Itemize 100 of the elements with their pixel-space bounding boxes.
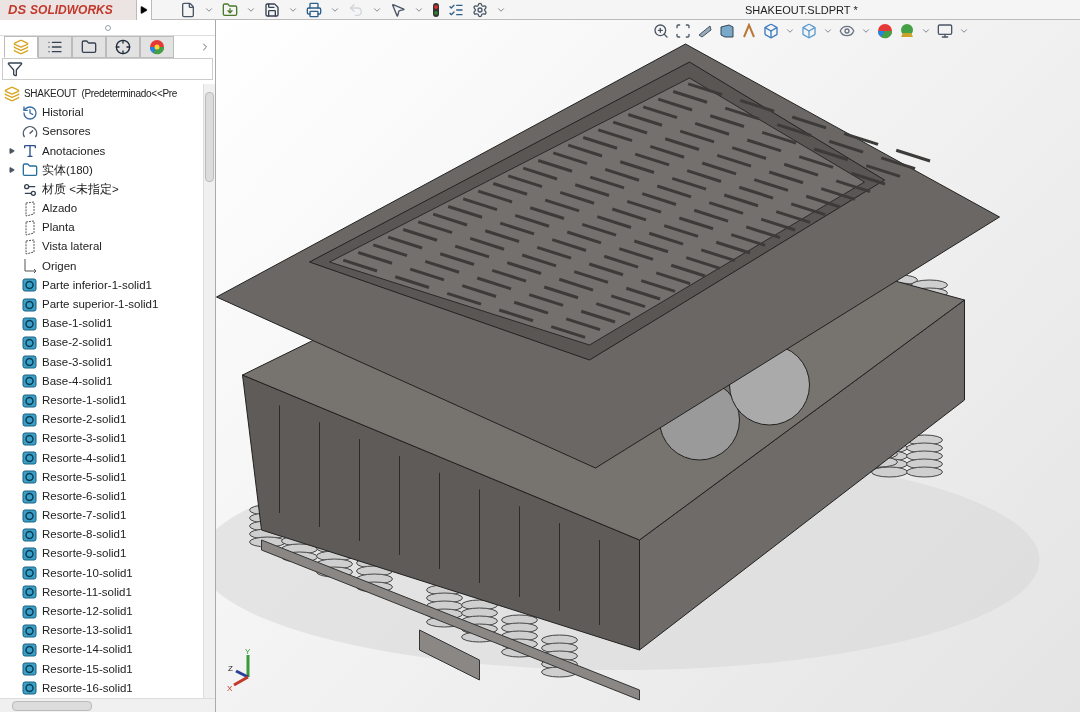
monitor-icon[interactable] bbox=[937, 23, 953, 39]
tree-item[interactable]: 实体(180) bbox=[0, 160, 203, 180]
horizontal-scrollbar[interactable] bbox=[0, 698, 215, 712]
tree-item[interactable]: Resorte-12-solid1 bbox=[0, 602, 203, 622]
tree-root[interactable]: SHAKEOUT (Predeterminado<<Pre bbox=[0, 84, 203, 104]
dropdown-caret-icon[interactable] bbox=[823, 26, 833, 36]
tree-item[interactable]: Parte inferior-1-solid1 bbox=[0, 275, 203, 296]
tree-item[interactable]: Historial bbox=[0, 103, 203, 123]
new-file-icon[interactable] bbox=[180, 1, 196, 18]
tree-item[interactable]: Resorte-13-solid1 bbox=[0, 621, 203, 641]
tree-item[interactable]: Vista lateral bbox=[0, 237, 203, 257]
dropdown-caret-icon[interactable] bbox=[861, 26, 871, 36]
tree-item[interactable]: Planta bbox=[0, 218, 203, 238]
tree-item[interactable]: Resorte-2-solid1 bbox=[0, 410, 203, 430]
eye-icon[interactable] bbox=[839, 23, 855, 39]
solid-body-icon bbox=[22, 315, 38, 332]
settings-icon[interactable] bbox=[472, 1, 488, 18]
tree-item[interactable]: Resorte-8-solid1 bbox=[0, 525, 203, 545]
tree-item[interactable]: Resorte-5-solid1 bbox=[0, 467, 203, 487]
crosshair-icon bbox=[115, 39, 131, 55]
scrollbar-thumb[interactable] bbox=[12, 700, 92, 711]
tree-item-label: Vista lateral bbox=[42, 239, 102, 255]
tree-item[interactable]: Anotaciones bbox=[0, 141, 203, 161]
tree-item[interactable]: Base-1-solid1 bbox=[0, 314, 203, 334]
solid-body-icon bbox=[22, 488, 38, 505]
tree-item-label: Historial bbox=[42, 105, 84, 121]
solid-body-icon bbox=[22, 450, 38, 467]
tree-item-label: Sensores bbox=[42, 124, 91, 140]
dropdown-caret-icon[interactable] bbox=[785, 26, 795, 36]
tree-item[interactable]: Resorte-7-solid1 bbox=[0, 506, 203, 526]
view-orientation-icon[interactable] bbox=[763, 23, 779, 39]
tree-item[interactable]: Sensores bbox=[0, 122, 203, 142]
zoom-area-icon[interactable] bbox=[675, 23, 691, 39]
tree-item[interactable]: Resorte-16-solid1 bbox=[0, 678, 203, 698]
solid-body-icon bbox=[22, 507, 38, 524]
plane-icon bbox=[22, 219, 38, 236]
tree-item-label: Resorte-14-solid1 bbox=[42, 642, 133, 658]
tree-item[interactable]: Resorte-1-solid1 bbox=[0, 391, 203, 411]
tree-item-label: 材质 <未指定> bbox=[42, 181, 119, 197]
tree-item[interactable]: Resorte-14-solid1 bbox=[0, 640, 203, 660]
traffic-light-icon[interactable] bbox=[432, 1, 440, 18]
panel-tab[interactable] bbox=[106, 36, 140, 58]
folder-icon bbox=[22, 162, 38, 179]
solid-body-icon bbox=[22, 430, 38, 447]
save-icon[interactable] bbox=[264, 1, 280, 18]
tree-item[interactable]: Base-3-solid1 bbox=[0, 352, 203, 372]
expand-menu-button[interactable] bbox=[136, 0, 152, 20]
logo-wordmark: SOLIDWORKS bbox=[30, 1, 113, 19]
select-pointer-icon[interactable] bbox=[390, 1, 406, 18]
tree-item[interactable]: Resorte-4-solid1 bbox=[0, 448, 203, 468]
vertical-scrollbar[interactable] bbox=[203, 84, 215, 698]
tree-item[interactable]: Resorte-3-solid1 bbox=[0, 429, 203, 449]
panel-tab[interactable] bbox=[38, 36, 72, 58]
origin-icon bbox=[22, 258, 38, 275]
print-icon[interactable] bbox=[306, 1, 322, 18]
solid-body-icon bbox=[22, 584, 38, 601]
scene-icon[interactable] bbox=[899, 23, 915, 39]
tree-item[interactable]: Base-2-solid1 bbox=[0, 333, 203, 353]
scrollbar-thumb[interactable] bbox=[205, 92, 214, 182]
dropdown-caret-icon[interactable] bbox=[959, 26, 969, 36]
solid-body-icon bbox=[22, 296, 38, 313]
part-icon bbox=[4, 85, 20, 102]
panel-tab[interactable] bbox=[72, 36, 106, 58]
tree-item-label: Resorte-3-solid1 bbox=[42, 431, 127, 447]
tree-item[interactable]: 材质 <未指定> bbox=[0, 179, 203, 200]
tree-item-label: Base-3-solid1 bbox=[42, 354, 113, 370]
tree-item-label: Resorte-4-solid1 bbox=[42, 450, 127, 466]
tree-item[interactable]: Resorte-10-solid1 bbox=[0, 563, 203, 583]
tree-item-label: Planta bbox=[42, 220, 75, 236]
tree-item-label: Base-2-solid1 bbox=[42, 335, 113, 351]
solid-body-icon bbox=[22, 642, 38, 659]
app-logo[interactable]: DS SOLIDWORKS bbox=[0, 0, 136, 20]
graphics-viewport[interactable]: Y Z X bbox=[216, 20, 1080, 712]
logo-mark: DS bbox=[8, 0, 27, 19]
display-style-icon[interactable] bbox=[801, 23, 817, 39]
solid-body-icon bbox=[22, 277, 38, 294]
tree-item[interactable]: Resorte-15-solid1 bbox=[0, 659, 203, 679]
collapsed-arrow-icon[interactable] bbox=[9, 148, 15, 155]
tree-item-label: Alzado bbox=[42, 201, 78, 217]
tree-item[interactable]: Origen bbox=[0, 256, 203, 276]
play-arrow-icon bbox=[140, 5, 148, 14]
tree-item[interactable]: Base-4-solid1 bbox=[0, 371, 203, 391]
tree-item[interactable]: Parte superior-1-solid1 bbox=[0, 295, 203, 315]
appearance-icon[interactable] bbox=[877, 23, 893, 39]
solid-body-icon bbox=[22, 469, 38, 486]
zoom-icon[interactable] bbox=[653, 23, 669, 39]
property-list-icon bbox=[47, 39, 63, 55]
filter-icon[interactable] bbox=[7, 61, 23, 77]
solid-body-icon bbox=[22, 603, 38, 620]
tree-item[interactable]: Alzado bbox=[0, 199, 203, 219]
tree-item-label: Resorte-2-solid1 bbox=[42, 412, 127, 428]
tree-item-label: Parte inferior-1-solid1 bbox=[42, 277, 152, 293]
tree-item[interactable]: Resorte-11-solid1 bbox=[0, 582, 203, 603]
tree-item[interactable]: Resorte-9-solid1 bbox=[0, 544, 203, 564]
solid-body-icon bbox=[22, 546, 38, 563]
open-folder-icon[interactable] bbox=[222, 1, 238, 18]
dropdown-caret-icon[interactable] bbox=[921, 26, 931, 36]
collapsed-arrow-icon[interactable] bbox=[9, 167, 15, 174]
solid-body-icon bbox=[22, 335, 38, 352]
tree-item[interactable]: Resorte-6-solid1 bbox=[0, 486, 203, 507]
